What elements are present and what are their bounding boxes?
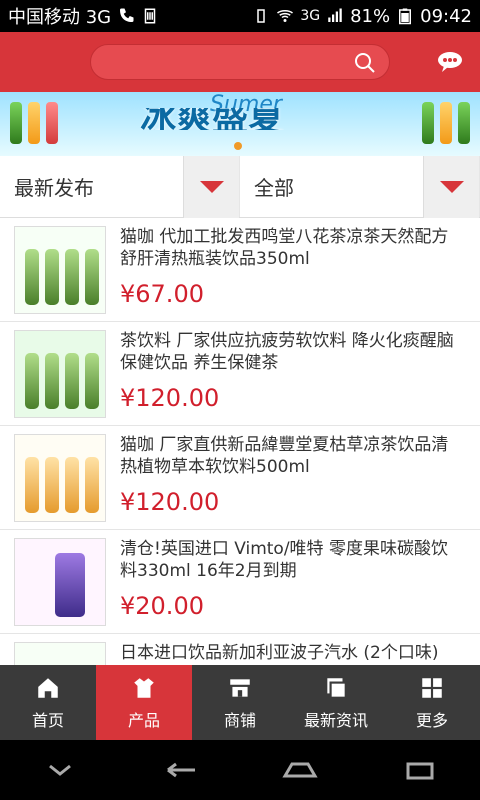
chevron-down-icon <box>439 181 464 193</box>
nav-news-label: 最新资讯 <box>303 710 368 730</box>
product-thumbnail <box>14 434 106 522</box>
wifi-icon <box>277 10 294 22</box>
chevron-down-icon[interactable] <box>30 758 90 782</box>
search-field[interactable] <box>101 49 341 77</box>
product-content: 茶饮料 厂家供应抗疲劳软饮料 降火化痰醒脑保健饮品 养生保健茶 <box>120 330 464 374</box>
nav-home[interactable]: 首页 <box>0 665 96 740</box>
news-icon <box>327 677 347 699</box>
phone-icon <box>120 8 134 22</box>
nav-home-label: 首页 <box>31 710 64 730</box>
product-title: 日本进口饮品新加利亚波子汽水 (2个口味) 500ml*24瓶/件休闲零食 <box>120 643 439 663</box>
filter-bar: 最新发布 全部 <box>0 156 480 218</box>
chevron-down-icon <box>199 181 224 193</box>
product-content: 猫咖 厂家直供新品緯豐堂夏枯草凉茶饮品清热植物草本软饮料500ml <box>120 434 464 478</box>
system-nav <box>0 740 480 800</box>
carousel-indicator <box>234 142 242 150</box>
product-title: 清仓!英国进口 Vimto/唯特 零度果味碳酸饮料330ml 16年2月到期 <box>120 539 448 581</box>
status-bar: 中国移动 3G 3G 81% 09:42 <box>0 0 480 32</box>
battery-icon <box>399 8 412 25</box>
banner-bottles-right <box>422 102 470 144</box>
filter-sort-dropdown[interactable] <box>183 156 239 218</box>
filter-category-label: 全部 <box>254 176 294 200</box>
grid-icon <box>422 677 442 698</box>
product-price: ¥20.00 <box>120 592 204 620</box>
search-icon[interactable] <box>353 51 377 75</box>
bottle-icon <box>440 102 452 144</box>
nav-products[interactable]: 产品 <box>96 665 192 740</box>
search-input[interactable] <box>90 44 390 80</box>
recents-icon[interactable] <box>390 758 450 782</box>
product-thumbnail <box>14 538 106 626</box>
bottle-icon <box>458 102 470 144</box>
signal-icon <box>328 8 342 22</box>
home-icon <box>38 677 58 698</box>
shirt-icon <box>134 677 154 698</box>
nav-more[interactable]: 更多 <box>384 665 480 740</box>
nav-news[interactable]: 最新资讯 <box>288 665 384 740</box>
store-icon <box>230 678 250 697</box>
product-content: 日本进口饮品新加利亚波子汽水 (2个口味) 500ml*24瓶/件休闲零食 <box>120 642 464 665</box>
banner-bottles-left <box>10 102 58 144</box>
product-content: 猫咖 代加工批发西鸣堂八花茶凉茶天然配方舒肝清热瓶装饮品350ml <box>120 226 464 270</box>
battery-percent: 81% <box>350 5 391 27</box>
nav-stores[interactable]: 商铺 <box>192 665 288 740</box>
product-content: 清仓!英国进口 Vimto/唯特 零度果味碳酸饮料330ml 16年2月到期 <box>120 538 464 582</box>
product-price: ¥120.00 <box>120 488 220 516</box>
status-right: 3G 81% 09:42 <box>252 6 472 27</box>
product-thumbnail <box>14 226 106 314</box>
nav-products-label: 产品 <box>127 710 160 730</box>
status-left: 中国移动 3G <box>8 3 159 29</box>
time: 09:42 <box>420 5 472 27</box>
back-icon[interactable] <box>150 758 210 782</box>
product-title: 猫咖 厂家直供新品緯豐堂夏枯草凉茶饮品清热植物草本软饮料500ml <box>120 435 449 477</box>
home-icon[interactable] <box>270 758 330 782</box>
product-item-2[interactable]: 茶饮料 厂家供应抗疲劳软饮料 降火化痰醒脑保健饮品 养生保健茶 ¥120.00 <box>0 322 480 426</box>
product-thumbnail <box>14 330 106 418</box>
product-price: ¥120.00 <box>120 384 220 412</box>
product-thumbnail <box>14 642 106 665</box>
bottle-icon <box>422 102 434 144</box>
promo-banner[interactable]: Sumer 冰爽盛夏 <box>0 92 480 156</box>
product-item-4[interactable]: 清仓!英国进口 Vimto/唯特 零度果味碳酸饮料330ml 16年2月到期 ¥… <box>0 530 480 634</box>
product-title: 茶饮料 厂家供应抗疲劳软饮料 降火化痰醒脑保健饮品 养生保健茶 <box>120 331 454 373</box>
nav-stores-label: 商铺 <box>223 710 256 730</box>
product-item-5[interactable]: 日本进口饮品新加利亚波子汽水 (2个口味) 500ml*24瓶/件休闲零食 <box>0 634 480 665</box>
bottom-nav: 首页 产品 商铺 最新资讯 更多 <box>0 665 480 740</box>
filter-category-dropdown[interactable] <box>423 156 479 218</box>
filter-sort-label: 最新发布 <box>14 176 94 200</box>
nav-more-label: 更多 <box>415 710 448 730</box>
sim-icon <box>144 8 156 24</box>
chat-icon[interactable] <box>436 50 464 74</box>
carrier: 中国移动 3G <box>8 7 112 28</box>
bottle-icon <box>28 102 40 144</box>
product-title: 猫咖 代加工批发西鸣堂八花茶凉茶天然配方舒肝清热瓶装饮品350ml <box>120 227 449 269</box>
filter-category[interactable]: 全部 <box>240 156 480 218</box>
app-header <box>0 32 480 92</box>
vibrate-icon <box>257 9 266 23</box>
network-label: 3G <box>300 8 321 24</box>
product-list: 猫咖 代加工批发西鸣堂八花茶凉茶天然配方舒肝清热瓶装饮品350ml ¥67.00… <box>0 218 480 665</box>
product-item-1[interactable]: 猫咖 代加工批发西鸣堂八花茶凉茶天然配方舒肝清热瓶装饮品350ml ¥67.00 <box>0 218 480 322</box>
product-item-3[interactable]: 猫咖 厂家直供新品緯豐堂夏枯草凉茶饮品清热植物草本软饮料500ml ¥120.0… <box>0 426 480 530</box>
bottle-icon <box>10 102 22 144</box>
banner-title: 冰爽盛夏 <box>140 108 285 130</box>
product-price: ¥67.00 <box>120 280 204 308</box>
filter-sort[interactable]: 最新发布 <box>0 156 240 218</box>
bottle-icon <box>46 102 58 144</box>
